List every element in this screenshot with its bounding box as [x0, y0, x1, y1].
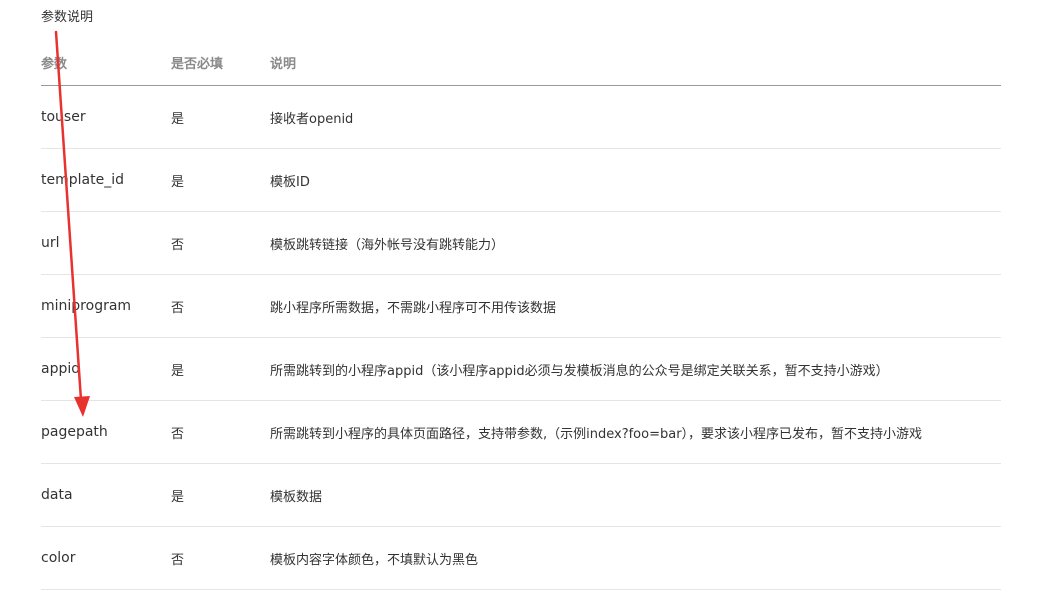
param-description: 跳小程序所需数据，不需跳小程序可不用传该数据 — [270, 274, 1001, 338]
header-required: 是否必填 — [171, 40, 270, 86]
table-row: color 否 模板内容字体颜色，不填默认为黑色 — [41, 526, 1001, 590]
table-row: touser 是 接收者openid — [41, 85, 1001, 149]
param-name: color — [41, 526, 171, 590]
table-row: miniprogram 否 跳小程序所需数据，不需跳小程序可不用传该数据 — [41, 274, 1001, 338]
param-description: 模板跳转链接（海外帐号没有跳转能力） — [270, 211, 1001, 275]
param-name: touser — [41, 85, 171, 149]
param-description: 所需跳转到的小程序appid（该小程序appid必须与发模板消息的公众号是绑定关… — [270, 337, 1001, 401]
param-description: 模板内容字体颜色，不填默认为黑色 — [270, 526, 1001, 590]
param-description: 接收者openid — [270, 85, 1001, 149]
header-description: 说明 — [270, 40, 1001, 86]
param-description: 所需跳转到小程序的具体页面路径，支持带参数,（示例index?foo=bar），… — [270, 400, 1001, 464]
param-name: template_id — [41, 148, 171, 212]
table-row: data 是 模板数据 — [41, 463, 1001, 527]
param-required: 否 — [171, 274, 270, 338]
parameter-table: 参数 是否必填 说明 touser 是 接收者openid template_i… — [41, 40, 1001, 590]
param-name: appid — [41, 337, 171, 401]
page: 参数说明 参数 是否必填 说明 touser 是 接收者openid templ… — [0, 0, 1059, 603]
section-title: 参数说明 — [41, 10, 94, 25]
param-required: 是 — [171, 463, 270, 527]
param-name: url — [41, 211, 171, 275]
param-required: 是 — [171, 148, 270, 212]
param-required: 否 — [171, 400, 270, 464]
param-description: 模板数据 — [270, 463, 1001, 527]
param-description: 模板ID — [270, 148, 1001, 212]
table-row: pagepath 否 所需跳转到小程序的具体页面路径，支持带参数,（示例inde… — [41, 400, 1001, 464]
param-required: 否 — [171, 211, 270, 275]
param-required: 是 — [171, 337, 270, 401]
param-required: 是 — [171, 85, 270, 149]
table-row: template_id 是 模板ID — [41, 148, 1001, 212]
param-name: data — [41, 463, 171, 527]
param-name: pagepath — [41, 400, 171, 464]
table-row: url 否 模板跳转链接（海外帐号没有跳转能力） — [41, 211, 1001, 275]
header-param: 参数 — [41, 40, 171, 86]
table-header-row: 参数 是否必填 说明 — [41, 40, 1001, 86]
param-name: miniprogram — [41, 274, 171, 338]
param-required: 否 — [171, 526, 270, 590]
table-row: appid 是 所需跳转到的小程序appid（该小程序appid必须与发模板消息… — [41, 337, 1001, 401]
